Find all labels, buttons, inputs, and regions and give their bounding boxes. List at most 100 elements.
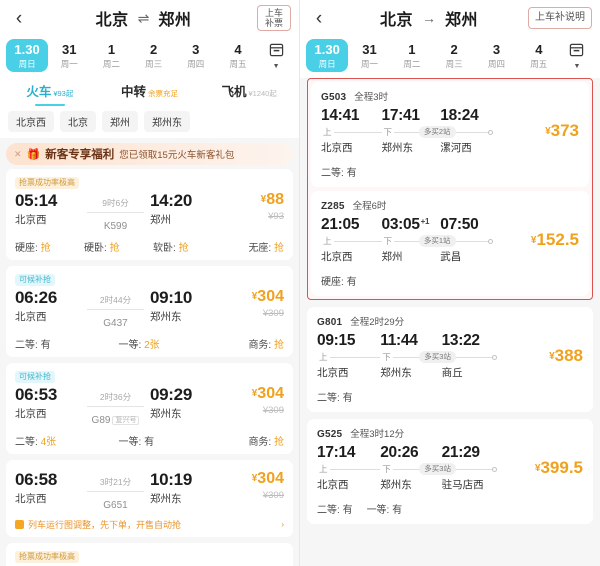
chevron-down-icon: ▼ [272,62,280,70]
seat-availability-row: 二等: 有一等: 2张 商务: 抢 [6,331,293,351]
seat-class-label: 商务: [248,437,272,448]
date-weekday: 周五 [530,58,548,69]
date-weekday: 周一 [360,58,378,69]
segment-station-2: 郑州东 [380,367,412,379]
segment-station-2: 郑州东 [381,142,414,154]
card-header: G503 全程3时 [321,89,579,103]
station-chip-1[interactable]: 北京西 [8,111,54,132]
promo-banner[interactable]: ✕ 🎁 新客专享福利 您已领取15元火车新客礼包 [6,143,293,165]
price-block: ¥304 ¥309 [222,470,284,501]
segment-station-1: 北京西 [317,479,349,491]
station-chip-4[interactable]: 郑州东 [144,111,190,132]
arrival-time: 10:19 [150,470,192,489]
tab-sublabel: ¥93起 [53,89,74,98]
train-card[interactable]: 06:58 北京西 3时21分 G651 10:19 郑州东 ¥304 ¥309 列车运行图调整… [6,460,293,537]
train-card[interactable]: 可候补抢 06:26 北京西 2时44分 G437 09:10 郑州东 ¥304 ¥309 二等:… [6,266,293,357]
schedule-notice[interactable]: 列车运行图调整，先下单，开售自动抢 › [6,513,293,531]
endpoint-dot-icon [487,129,493,135]
left-header: ‹ 北京 ⇌ 郑州 上车 补票 [0,0,299,36]
seat-availability-row: 二等: 有 [321,164,579,179]
arrival-time: 14:20 [150,191,192,210]
departure-block: 05:14 北京西 [15,191,81,227]
boarding-supplement-info-button[interactable]: 上车补说明 [528,7,592,29]
date-chip-1[interactable]: 1.30 周日 [306,38,349,73]
board-marker: 上 [317,463,330,475]
total-duration: 全程2时29分 [350,317,405,328]
supplement-train-card[interactable]: G525 全程3时12分 17:14 20:26 21:29 上 下 多买3站 北京西 郑州东 驻马… [307,419,593,524]
tab-2[interactable]: 中转 余票充足 [100,81,200,101]
date-chip-5[interactable]: 3 周四 [175,39,217,73]
date-chip-1[interactable]: 1.30 周日 [6,38,49,73]
highlight-box: G503 全程3时 14:41 17:41 18:24 上下多买2站 北京西 郑州东 漯河西 ¥3… [307,78,593,300]
train-card[interactable]: 抢票成功率极高07:09北京西3时13分G485复兴号10:22郑州东¥304¥… [6,543,293,566]
alert-icon [15,520,24,529]
price-block: ¥399.5 [503,444,583,478]
date-chip-3[interactable]: 1 周二 [90,39,132,73]
route-arrow-icon: → [422,10,436,26]
date-chip-4[interactable]: 2 周三 [133,39,175,73]
train-card[interactable]: 抢票成功率极高 05:14 北京西 9时6分 K599 14:20 郑州 ¥88 ¥93 硬座: … [6,169,293,260]
departure-station: 北京西 [15,311,47,323]
tab-sublabel: ¥1240起 [248,89,277,98]
boarding-supplement-button[interactable]: 上车 补票 [256,4,291,32]
date-chip-2[interactable]: 31 周一 [48,39,90,73]
seat-class-label: 二等: [15,340,38,351]
seat-class: 硬卧: 抢 [84,239,153,254]
calendar-button[interactable]: ▼ [560,42,594,70]
date-chip-6[interactable]: 4 周五 [217,39,259,73]
seat-class: 软卧: 抢 [153,239,222,254]
date-chip-5[interactable]: 3 周四 [475,39,517,73]
promo-banner-wrap: ✕ 🎁 新客专享福利 您已领取15元火车新客礼包 [0,138,299,169]
seat-class-value: 抢 [40,243,51,254]
next-day-badge: +1 [420,217,430,226]
price-block: ¥304 ¥309 [222,288,284,319]
station-filter-chips: 北京西 北京 郑州 郑州东 [0,104,299,138]
segment-time-2: 03:05+1 [381,216,430,233]
duration-text: 2时44分 [99,295,132,305]
promo-subtitle: 您已领取15元火车新客礼包 [119,150,235,161]
date-weekday: 周二 [403,58,421,69]
date-chip-6[interactable]: 4 周五 [518,39,560,73]
supplement-train-card[interactable]: Z285 全程6时 21:05 03:05+1 07:50 上 下 多买1站 北京西 郑州 武昌 ¥1… [311,191,589,296]
close-icon[interactable]: ✕ [14,149,22,160]
back-icon[interactable]: ‹ [308,9,330,28]
date-chip-3[interactable]: 1 周二 [391,39,433,73]
duration-block: 9时6分 K599 [81,191,150,234]
original-price: ¥309 [262,405,284,416]
calendar-button[interactable]: ▼ [259,42,293,70]
alight-marker: 下 [380,351,393,363]
station-chip-3[interactable]: 郑州 [102,111,138,132]
segment-station-3: 武昌 [440,251,462,263]
date-day: 3 [492,41,501,57]
train-number: Z285 [321,201,345,212]
tab-1[interactable]: 火车 ¥93起 [0,81,100,101]
journey-track: 上 下 多买2站 [321,126,499,139]
supplement-train-card[interactable]: G801 全程2时29分 09:15 11:44 13:22 上 下 多买3站 北京西 郑州东 商丘… [307,307,593,412]
date-weekday: 周日 [18,58,36,69]
tab-3[interactable]: 飞机 ¥1240起 [199,81,299,101]
back-icon[interactable]: ‹ [8,9,30,28]
arrival-block: 14:20 郑州 [150,191,222,227]
date-weekday: 周四 [487,58,505,69]
journey-block: 14:41 17:41 18:24 上 下 多买2站 北京西 郑州东 漯河西 [321,107,499,155]
date-day: 31 [62,41,77,57]
currency-icon: ¥ [251,473,258,484]
seat-class-value: 有 [392,505,403,516]
station-chip-2[interactable]: 北京 [60,111,96,132]
train-card[interactable]: 可候补抢 06:53 北京西 2时36分 G89 复兴号 09:29 郑州东 ¥304 ¥309 二… [6,363,293,454]
duration-block: 2时44分 G437 [81,288,150,331]
currency-icon: ¥ [534,463,541,474]
date-weekday: 周四 [187,58,205,69]
train-number: G437 [103,318,128,329]
total-duration: 全程3时12分 [350,429,405,440]
date-chip-4[interactable]: 2 周三 [433,39,475,73]
duration-line [81,403,150,410]
segment-time-1: 17:14 [317,444,356,461]
price: ¥304 [251,385,284,402]
calendar-icon [569,42,584,57]
card-body: 17:14 20:26 21:29 上 下 多买3站 北京西 郑州东 驻马店西 ¥399.5 [317,444,583,492]
date-chip-2[interactable]: 31 周一 [348,39,390,73]
supplement-train-card[interactable]: G503 全程3时 14:41 17:41 18:24 上 下 多买2站 北京西 郑州东 漯河西 ¥3… [311,82,589,187]
extra-stops-badge: 多买2站 [418,126,456,138]
card-header: G525 全程3时12分 [317,426,583,440]
